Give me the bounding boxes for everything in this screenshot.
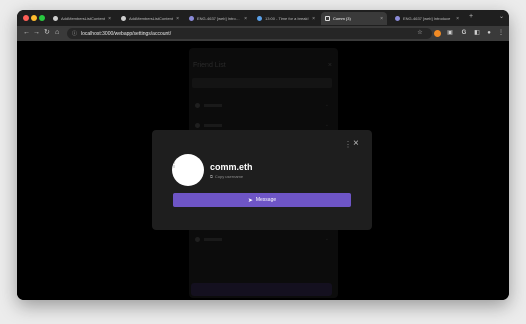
close-icon[interactable]: × <box>176 16 179 22</box>
tab-label: Comm (3) <box>333 16 351 21</box>
tab-label: ENG-4637 [web] Introduce <box>197 16 242 21</box>
reload-icon[interactable]: ↻ <box>44 29 50 37</box>
tab-label: AddMembersListContent <box>61 16 106 21</box>
tab-label: ENG-4637 [web] Introduce <box>403 16 451 21</box>
chevron-down-icon[interactable]: ⌄ <box>499 13 504 20</box>
message-button[interactable]: ➤ Message <box>173 193 351 207</box>
extension-icon[interactable] <box>434 30 441 37</box>
linear-icon <box>395 16 400 21</box>
close-window-button[interactable] <box>23 15 29 21</box>
back-icon[interactable]: ← <box>23 29 30 37</box>
browser-window: AddMembersListContent × AddMembersListCo… <box>17 10 509 300</box>
tab-1[interactable]: AddMembersListContent × <box>49 12 115 25</box>
home-icon[interactable]: ⌂ <box>55 29 59 37</box>
close-icon[interactable]: × <box>312 16 315 22</box>
google-icon[interactable]: G <box>460 29 468 37</box>
bookmark-star-icon[interactable]: ☆ <box>416 29 424 37</box>
github-icon <box>53 16 58 21</box>
linear-icon <box>189 16 194 21</box>
list-item: ⌄ <box>195 122 329 130</box>
username: comm.eth <box>210 162 253 172</box>
profile-icon[interactable]: ● <box>485 29 493 37</box>
tab-5-active[interactable]: Comm (3) × <box>321 12 387 25</box>
list-item: ⌄ <box>195 236 329 244</box>
new-tab-button[interactable]: + <box>469 13 473 20</box>
message-button-label: Message <box>255 197 277 203</box>
copy-username-button[interactable]: ⧉ Copy username <box>210 174 243 179</box>
avatar: ≡ ≡ <box>172 154 204 186</box>
panel-title: Friend List <box>193 62 226 69</box>
close-icon[interactable]: × <box>244 16 247 22</box>
extensions-puzzle-icon[interactable]: ▣ <box>446 29 454 37</box>
minimize-window-button[interactable] <box>31 15 37 21</box>
tab-3[interactable]: ENG-4637 [web] Introduce × <box>185 12 251 25</box>
site-info-icon[interactable]: ⓘ <box>72 30 77 37</box>
tab-label: AddMembersListContent <box>129 16 174 21</box>
menu-dots-icon[interactable]: ⋮ <box>497 29 505 37</box>
forward-icon[interactable]: → <box>33 29 40 37</box>
tab-6[interactable]: ENG-4637 [web] Introduce × <box>391 12 463 25</box>
search-input <box>192 78 332 88</box>
avatar-mark-icon: ≡ ≡ <box>173 160 176 169</box>
tab-bar: AddMembersListContent × AddMembersListCo… <box>17 10 509 26</box>
timer-icon <box>257 16 262 21</box>
side-panel-icon[interactable]: ◧ <box>473 29 481 37</box>
close-icon[interactable]: × <box>456 16 459 22</box>
page-viewport: Friend List × ⌄ ⌄ ⌄ ⋮ × ≡ ≡ comm.eth ⧉ Co… <box>17 41 509 300</box>
more-options-icon[interactable]: ⋮ <box>344 141 352 149</box>
close-icon: × <box>327 62 332 69</box>
close-icon[interactable]: × <box>380 16 383 22</box>
github-icon <box>121 16 126 21</box>
copy-icon: ⧉ <box>210 174 213 179</box>
close-icon[interactable]: × <box>108 16 111 22</box>
send-icon: ➤ <box>247 197 253 204</box>
user-profile-modal: ⋮ × ≡ ≡ comm.eth ⧉ Copy username ➤ Messag… <box>152 130 372 230</box>
tab-4[interactable]: 13:00 - Time for a break! × <box>253 12 319 25</box>
copy-username-label: Copy username <box>214 174 244 179</box>
add-friends-button <box>191 283 332 296</box>
comm-icon <box>325 16 330 21</box>
url-text: localhost:3000/webapp/settings/account/ <box>81 30 172 37</box>
tab-label: 13:00 - Time for a break! <box>265 16 309 21</box>
zoom-window-button[interactable] <box>39 15 45 21</box>
tab-2[interactable]: AddMembersListContent × <box>117 12 183 25</box>
browser-toolbar: ← → ↻ ⌂ ⓘ localhost:3000/webapp/settings… <box>17 26 509 41</box>
close-icon[interactable]: × <box>353 139 359 149</box>
address-bar[interactable]: ⓘ localhost:3000/webapp/settings/account… <box>67 28 432 39</box>
list-item: ⌄ <box>195 102 329 110</box>
